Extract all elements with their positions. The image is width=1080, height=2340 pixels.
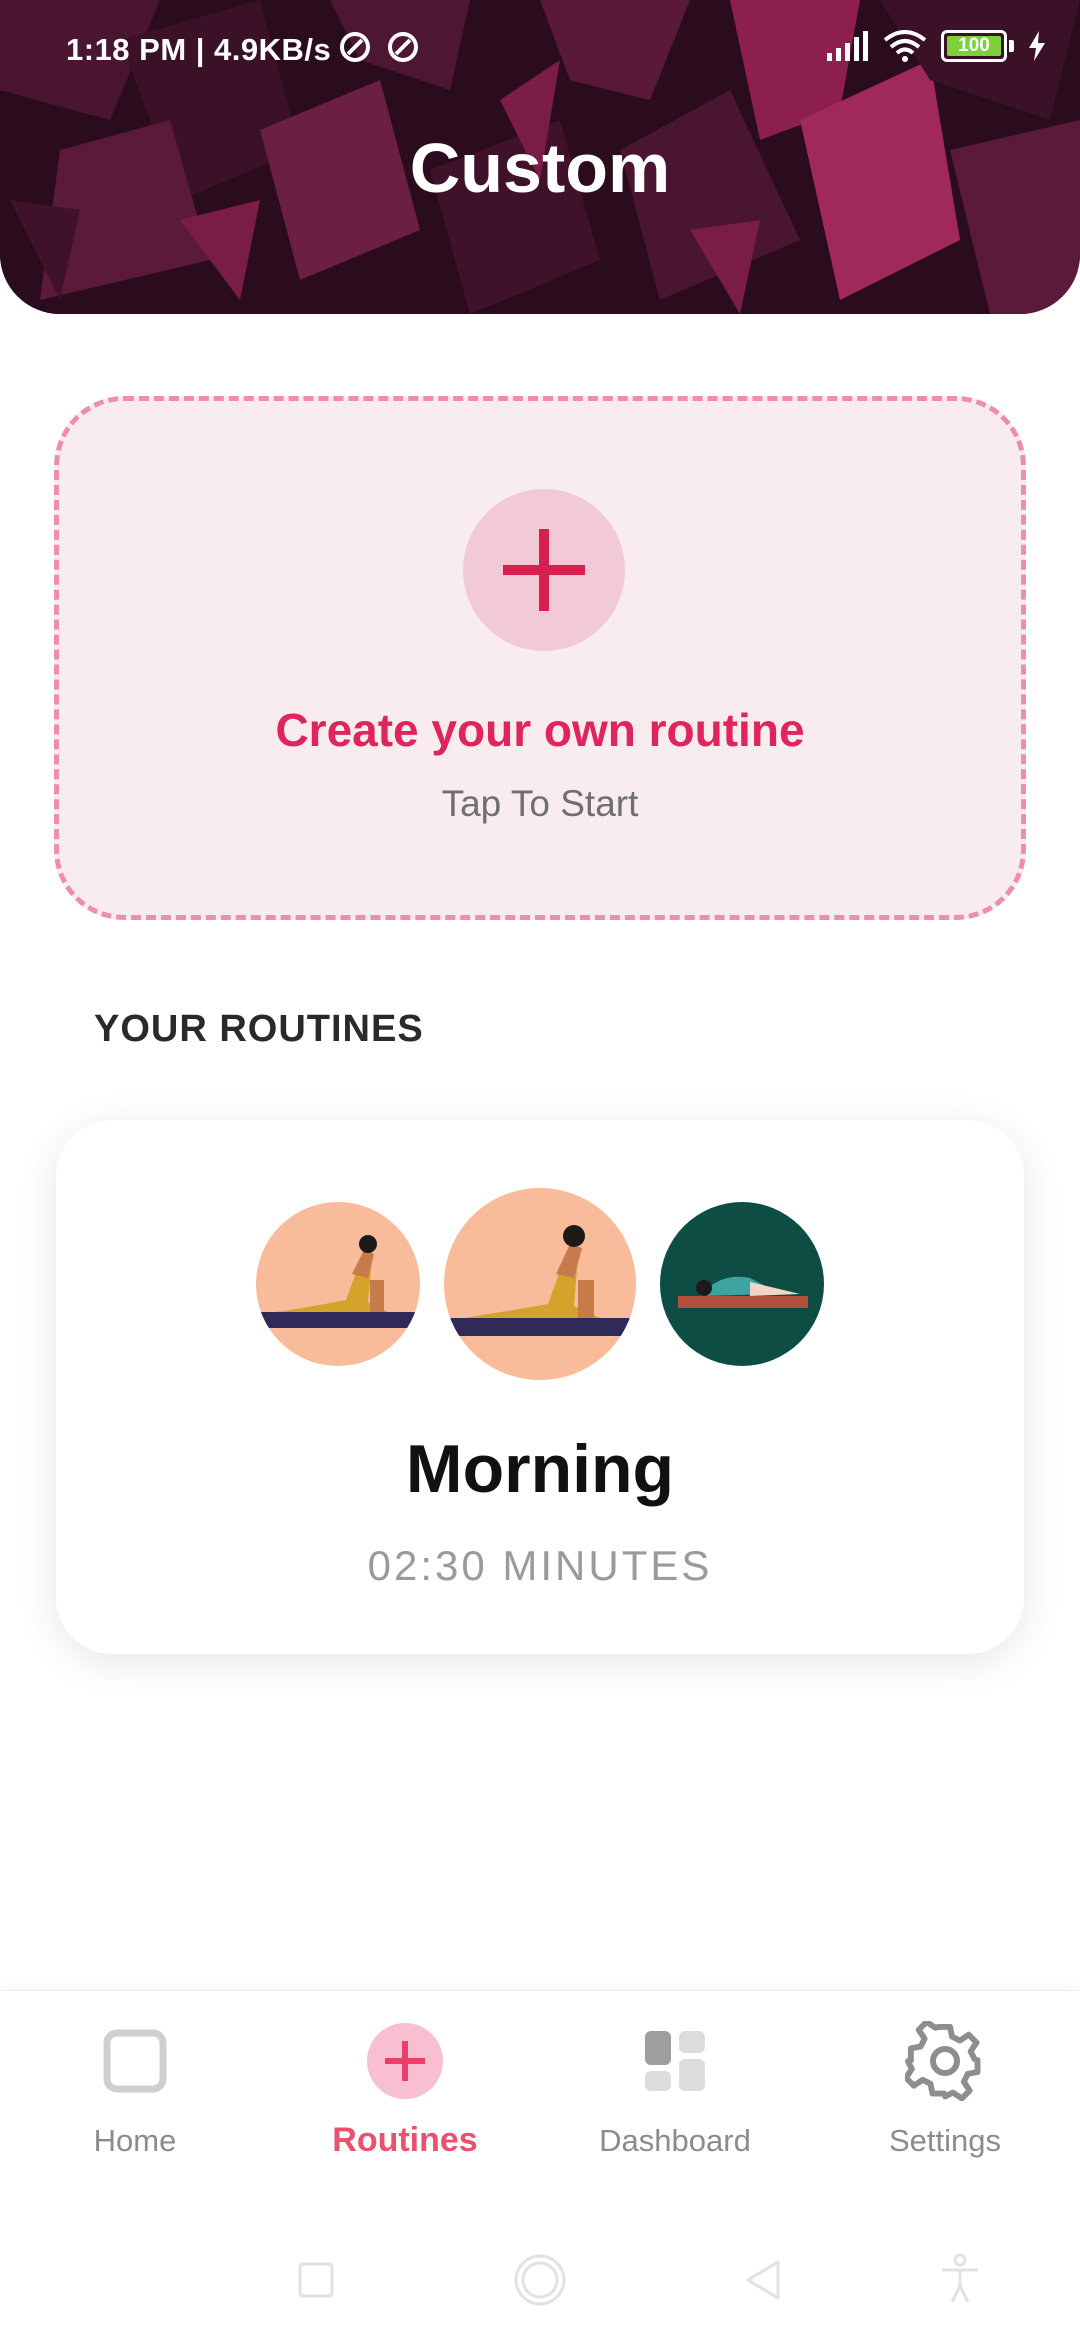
nav-label-routines: Routines [332, 2121, 478, 2159]
nav-label-dashboard: Dashboard [599, 2123, 751, 2158]
exercise-thumbnail-child-pose [660, 1202, 824, 1366]
dashboard-icon [645, 2031, 705, 2091]
battery-tip [1009, 40, 1014, 52]
nav-item-routines[interactable]: Routines [270, 1991, 540, 2213]
page-title: Custom [409, 129, 671, 207]
nav-label-settings: Settings [888, 2123, 1001, 2158]
nav-label-home: Home [93, 2123, 177, 2158]
nav-item-home[interactable]: Home [0, 1991, 270, 2213]
routine-name: Morning [405, 1431, 675, 1507]
battery-icon: 100 [941, 30, 1007, 62]
header: 1:18 PM | 4.9KB/s 100 Custom [0, 0, 1080, 314]
create-routine-card[interactable]: Create your own routine Tap To Start [54, 396, 1026, 920]
status-notification-icons [338, 30, 420, 64]
exercise-thumbnail-cobra [256, 1202, 420, 1366]
square-icon [103, 2029, 167, 2093]
wifi-icon [883, 30, 927, 62]
sync-icon [388, 32, 418, 62]
accessibility-icon[interactable] [930, 2250, 990, 2310]
status-system-icons: 100 [827, 30, 1046, 62]
routine-card[interactable]: Morning 02:30 MINUTES [56, 1120, 1024, 1654]
create-routine-title: Create your own routine [275, 704, 805, 756]
back-icon[interactable] [734, 2250, 794, 2310]
battery-level: 100 [958, 35, 990, 56]
charging-icon [1029, 31, 1045, 61]
sync-icon [340, 32, 370, 62]
plus-icon [367, 2023, 443, 2099]
plus-icon [503, 529, 585, 611]
create-routine-subtitle: Tap To Start [441, 783, 639, 824]
recent-apps-icon[interactable] [286, 2250, 346, 2310]
nav-item-settings[interactable]: Settings [810, 1991, 1080, 2213]
status-bar: 1:18 PM | 4.9KB/s 100 [0, 0, 1080, 100]
section-title: YOUR ROUTINES [94, 1008, 424, 1050]
add-routine-button[interactable] [463, 489, 625, 651]
status-time: 1:18 PM | 4.9KB/s [66, 32, 332, 67]
gear-icon [905, 2021, 981, 2101]
exercise-thumbnail-cobra-large [444, 1188, 636, 1380]
system-nav-bar [0, 2212, 1080, 2340]
signal-icon [827, 31, 868, 61]
routine-duration: 02:30 MINUTES [367, 1542, 713, 1589]
nav-item-dashboard[interactable]: Dashboard [540, 1991, 810, 2213]
home-circle-icon[interactable] [510, 2250, 570, 2310]
bottom-nav: Home Routines Dashboard Settings [0, 1990, 1080, 2212]
